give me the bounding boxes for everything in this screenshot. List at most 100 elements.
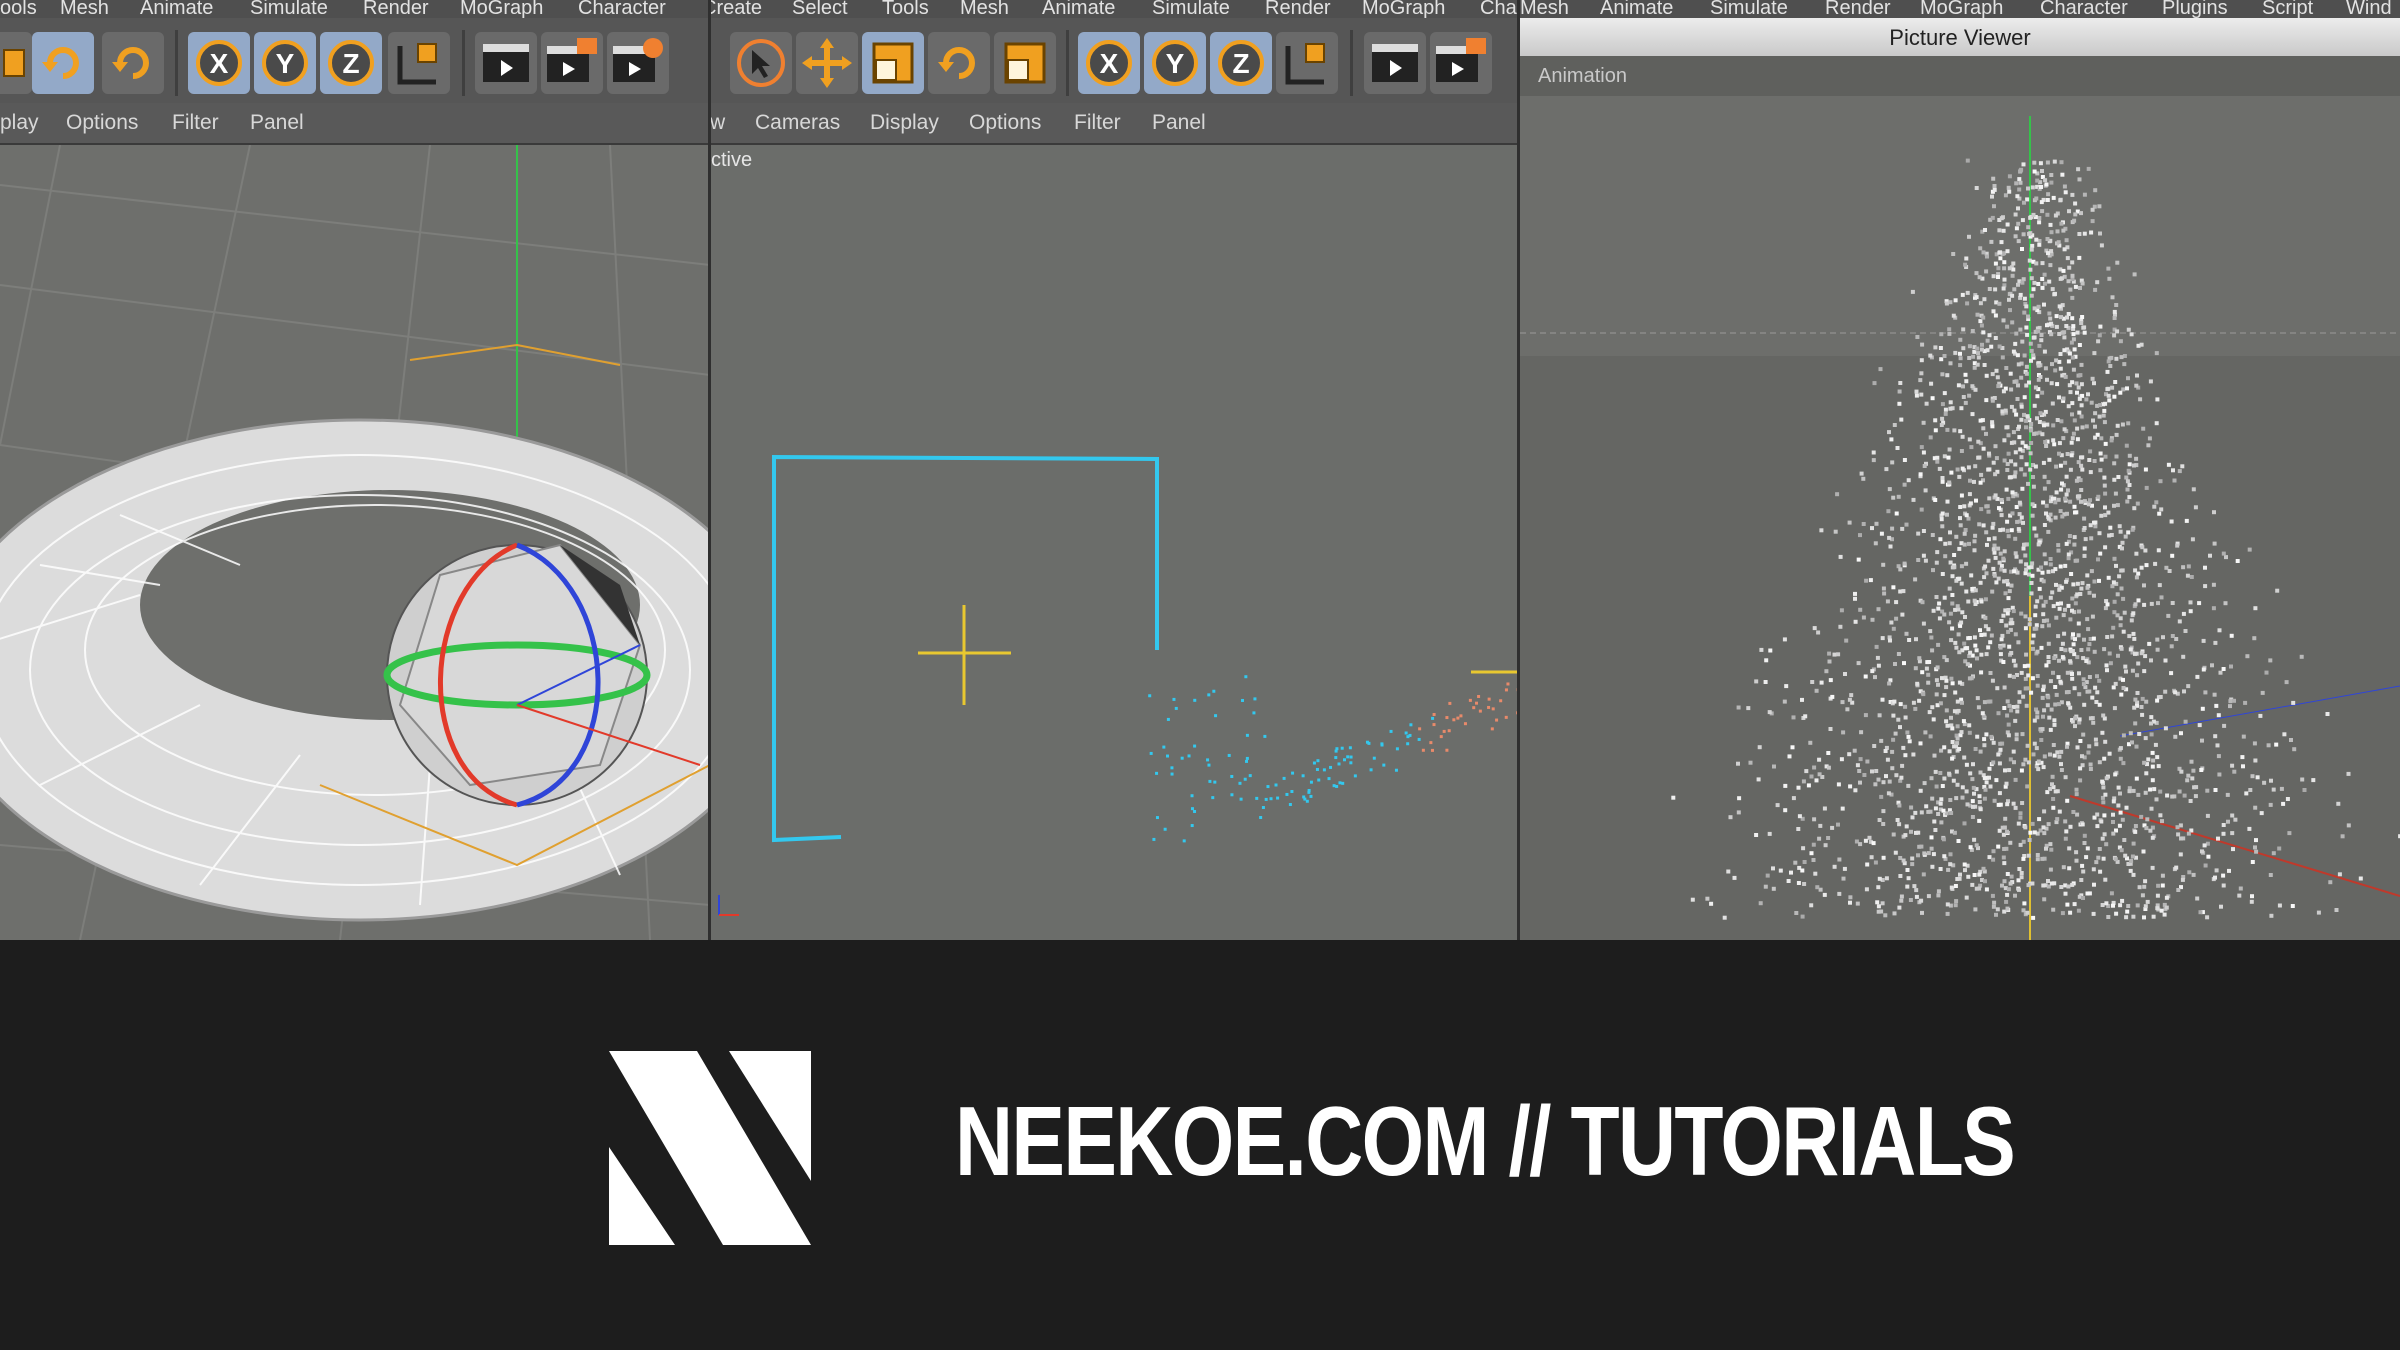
spline-particle bbox=[1165, 754, 1169, 758]
spline-particle bbox=[1149, 751, 1153, 755]
mid-viewport[interactable]: ctive bbox=[711, 145, 1520, 940]
menu-item[interactable]: Animate bbox=[1600, 0, 1673, 18]
x-axis-lock-button[interactable]: X bbox=[1078, 32, 1140, 94]
scale-tool-button[interactable] bbox=[862, 32, 924, 94]
brand-title[interactable]: NEEKOE.COM // TUTORIALS bbox=[955, 1085, 2016, 1198]
menu-item[interactable]: Simulate bbox=[1710, 0, 1788, 18]
render-particle bbox=[1897, 905, 1902, 910]
menu-item[interactable]: Plugins bbox=[2162, 0, 2228, 18]
menu-item[interactable]: Script bbox=[2262, 0, 2313, 18]
z-axis-lock-icon: Z bbox=[328, 40, 374, 86]
rotate-tool-button[interactable] bbox=[32, 32, 94, 94]
coordinate-system-button[interactable] bbox=[388, 32, 450, 94]
render-particle bbox=[2088, 470, 2093, 475]
render-view-button[interactable] bbox=[1364, 32, 1426, 94]
menu-item[interactable]: Animate bbox=[140, 0, 213, 18]
select-tool-button[interactable] bbox=[730, 32, 792, 94]
menu-item[interactable]: Render bbox=[1265, 0, 1331, 18]
render-particle bbox=[2054, 692, 2059, 697]
render-particle bbox=[1888, 638, 1892, 643]
spline-particle bbox=[1190, 794, 1194, 798]
viewport-menu-display[interactable]: Display bbox=[870, 111, 939, 135]
render-particle bbox=[2065, 744, 2069, 749]
render-particle bbox=[1953, 298, 1958, 303]
render-particle bbox=[2250, 774, 2255, 779]
menu-item[interactable]: Mesh bbox=[960, 0, 1009, 18]
menu-item[interactable]: Character bbox=[578, 0, 666, 18]
render-particle bbox=[2058, 564, 2063, 569]
viewport-menu-view[interactable]: w bbox=[710, 111, 725, 135]
render-particle bbox=[1918, 741, 1923, 746]
move-tool-button[interactable] bbox=[796, 32, 858, 94]
render-particle bbox=[2057, 451, 2061, 456]
tab-animation[interactable]: Animation bbox=[1538, 65, 1627, 88]
render-particle bbox=[2249, 899, 2254, 904]
render-particle bbox=[2036, 759, 2041, 764]
render-view-button[interactable] bbox=[475, 32, 537, 94]
rotate-tool-button[interactable] bbox=[928, 32, 990, 94]
left-viewport[interactable] bbox=[0, 145, 710, 940]
render-particle bbox=[2088, 767, 2093, 771]
spline-particle bbox=[1506, 682, 1510, 686]
spline-particle bbox=[1309, 780, 1313, 784]
rotate-tool-alt-button[interactable] bbox=[102, 32, 164, 94]
picture-viewer-titlebar[interactable]: Picture Viewer bbox=[1520, 18, 2400, 57]
render-particle bbox=[2052, 292, 2057, 297]
menu-item[interactable]: MoGraph bbox=[1920, 0, 2003, 18]
z-axis-lock-button[interactable]: Z bbox=[1210, 32, 1272, 94]
render-particle bbox=[1978, 319, 1983, 324]
menu-item[interactable]: Mesh bbox=[60, 0, 109, 18]
render-particle bbox=[1938, 537, 1943, 542]
x-axis-lock-button[interactable]: X bbox=[188, 32, 250, 94]
menu-item[interactable]: Character bbox=[2040, 0, 2128, 18]
render-picture-viewer-button[interactable] bbox=[541, 32, 603, 94]
menu-item[interactable]: MoGraph bbox=[1362, 0, 1445, 18]
scale-object-button[interactable] bbox=[994, 32, 1056, 94]
z-axis-lock-button[interactable]: Z bbox=[320, 32, 382, 94]
menu-item[interactable]: Render bbox=[1825, 0, 1891, 18]
menu-item[interactable]: Render bbox=[363, 0, 429, 18]
render-particle bbox=[2082, 833, 2087, 838]
render-particle bbox=[1853, 619, 1858, 624]
viewport-menu-options[interactable]: Options bbox=[969, 111, 1041, 135]
render-particle bbox=[2037, 420, 2042, 424]
render-particle bbox=[2086, 647, 2091, 652]
viewport-menu-filter[interactable]: Filter bbox=[172, 111, 219, 135]
render-particle bbox=[2112, 599, 2117, 604]
render-particle bbox=[2019, 670, 2024, 675]
viewport-menu-panel[interactable]: Panel bbox=[1152, 111, 1206, 135]
render-particle bbox=[1948, 300, 1953, 305]
y-axis-lock-button[interactable]: Y bbox=[1144, 32, 1206, 94]
render-picture-viewer-button[interactable] bbox=[1430, 32, 1492, 94]
render-particle bbox=[2013, 341, 2018, 346]
y-axis-lock-button[interactable]: Y bbox=[254, 32, 316, 94]
render-particle bbox=[1901, 745, 1906, 750]
render-particle bbox=[1950, 574, 1955, 579]
scale-tool-button[interactable] bbox=[0, 32, 32, 94]
render-particle bbox=[2159, 507, 2164, 512]
menu-item[interactable]: Animate bbox=[1042, 0, 1115, 18]
coordinate-system-button[interactable] bbox=[1276, 32, 1338, 94]
menu-item[interactable]: Create bbox=[710, 0, 762, 18]
menu-item[interactable]: Mesh bbox=[1520, 0, 1569, 18]
render-particle bbox=[1722, 915, 1727, 920]
render-particle bbox=[2043, 561, 2048, 566]
viewport-menu-display[interactable]: play bbox=[0, 111, 39, 135]
menu-item[interactable]: Simulate bbox=[1152, 0, 1230, 18]
viewport-menu-options[interactable]: Options bbox=[66, 111, 138, 135]
menu-item[interactable]: Select bbox=[792, 0, 848, 18]
menu-item[interactable]: Simulate bbox=[250, 0, 328, 18]
menu-item[interactable]: MoGraph bbox=[460, 0, 543, 18]
menu-item[interactable]: ools bbox=[0, 0, 37, 18]
render-particle bbox=[1984, 571, 1989, 576]
render-particle bbox=[2238, 886, 2243, 891]
viewport-menu-panel[interactable]: Panel bbox=[250, 111, 304, 135]
viewport-menu-filter[interactable]: Filter bbox=[1074, 111, 1121, 135]
viewport-menu-cameras[interactable]: Cameras bbox=[755, 111, 840, 135]
render-particle bbox=[2021, 856, 2026, 861]
menu-item[interactable]: Tools bbox=[882, 0, 929, 18]
menu-item[interactable]: Cha bbox=[1480, 0, 1517, 18]
menu-item[interactable]: Wind bbox=[2346, 0, 2392, 18]
render-settings-button[interactable] bbox=[607, 32, 669, 94]
render-particle bbox=[2064, 541, 2069, 546]
